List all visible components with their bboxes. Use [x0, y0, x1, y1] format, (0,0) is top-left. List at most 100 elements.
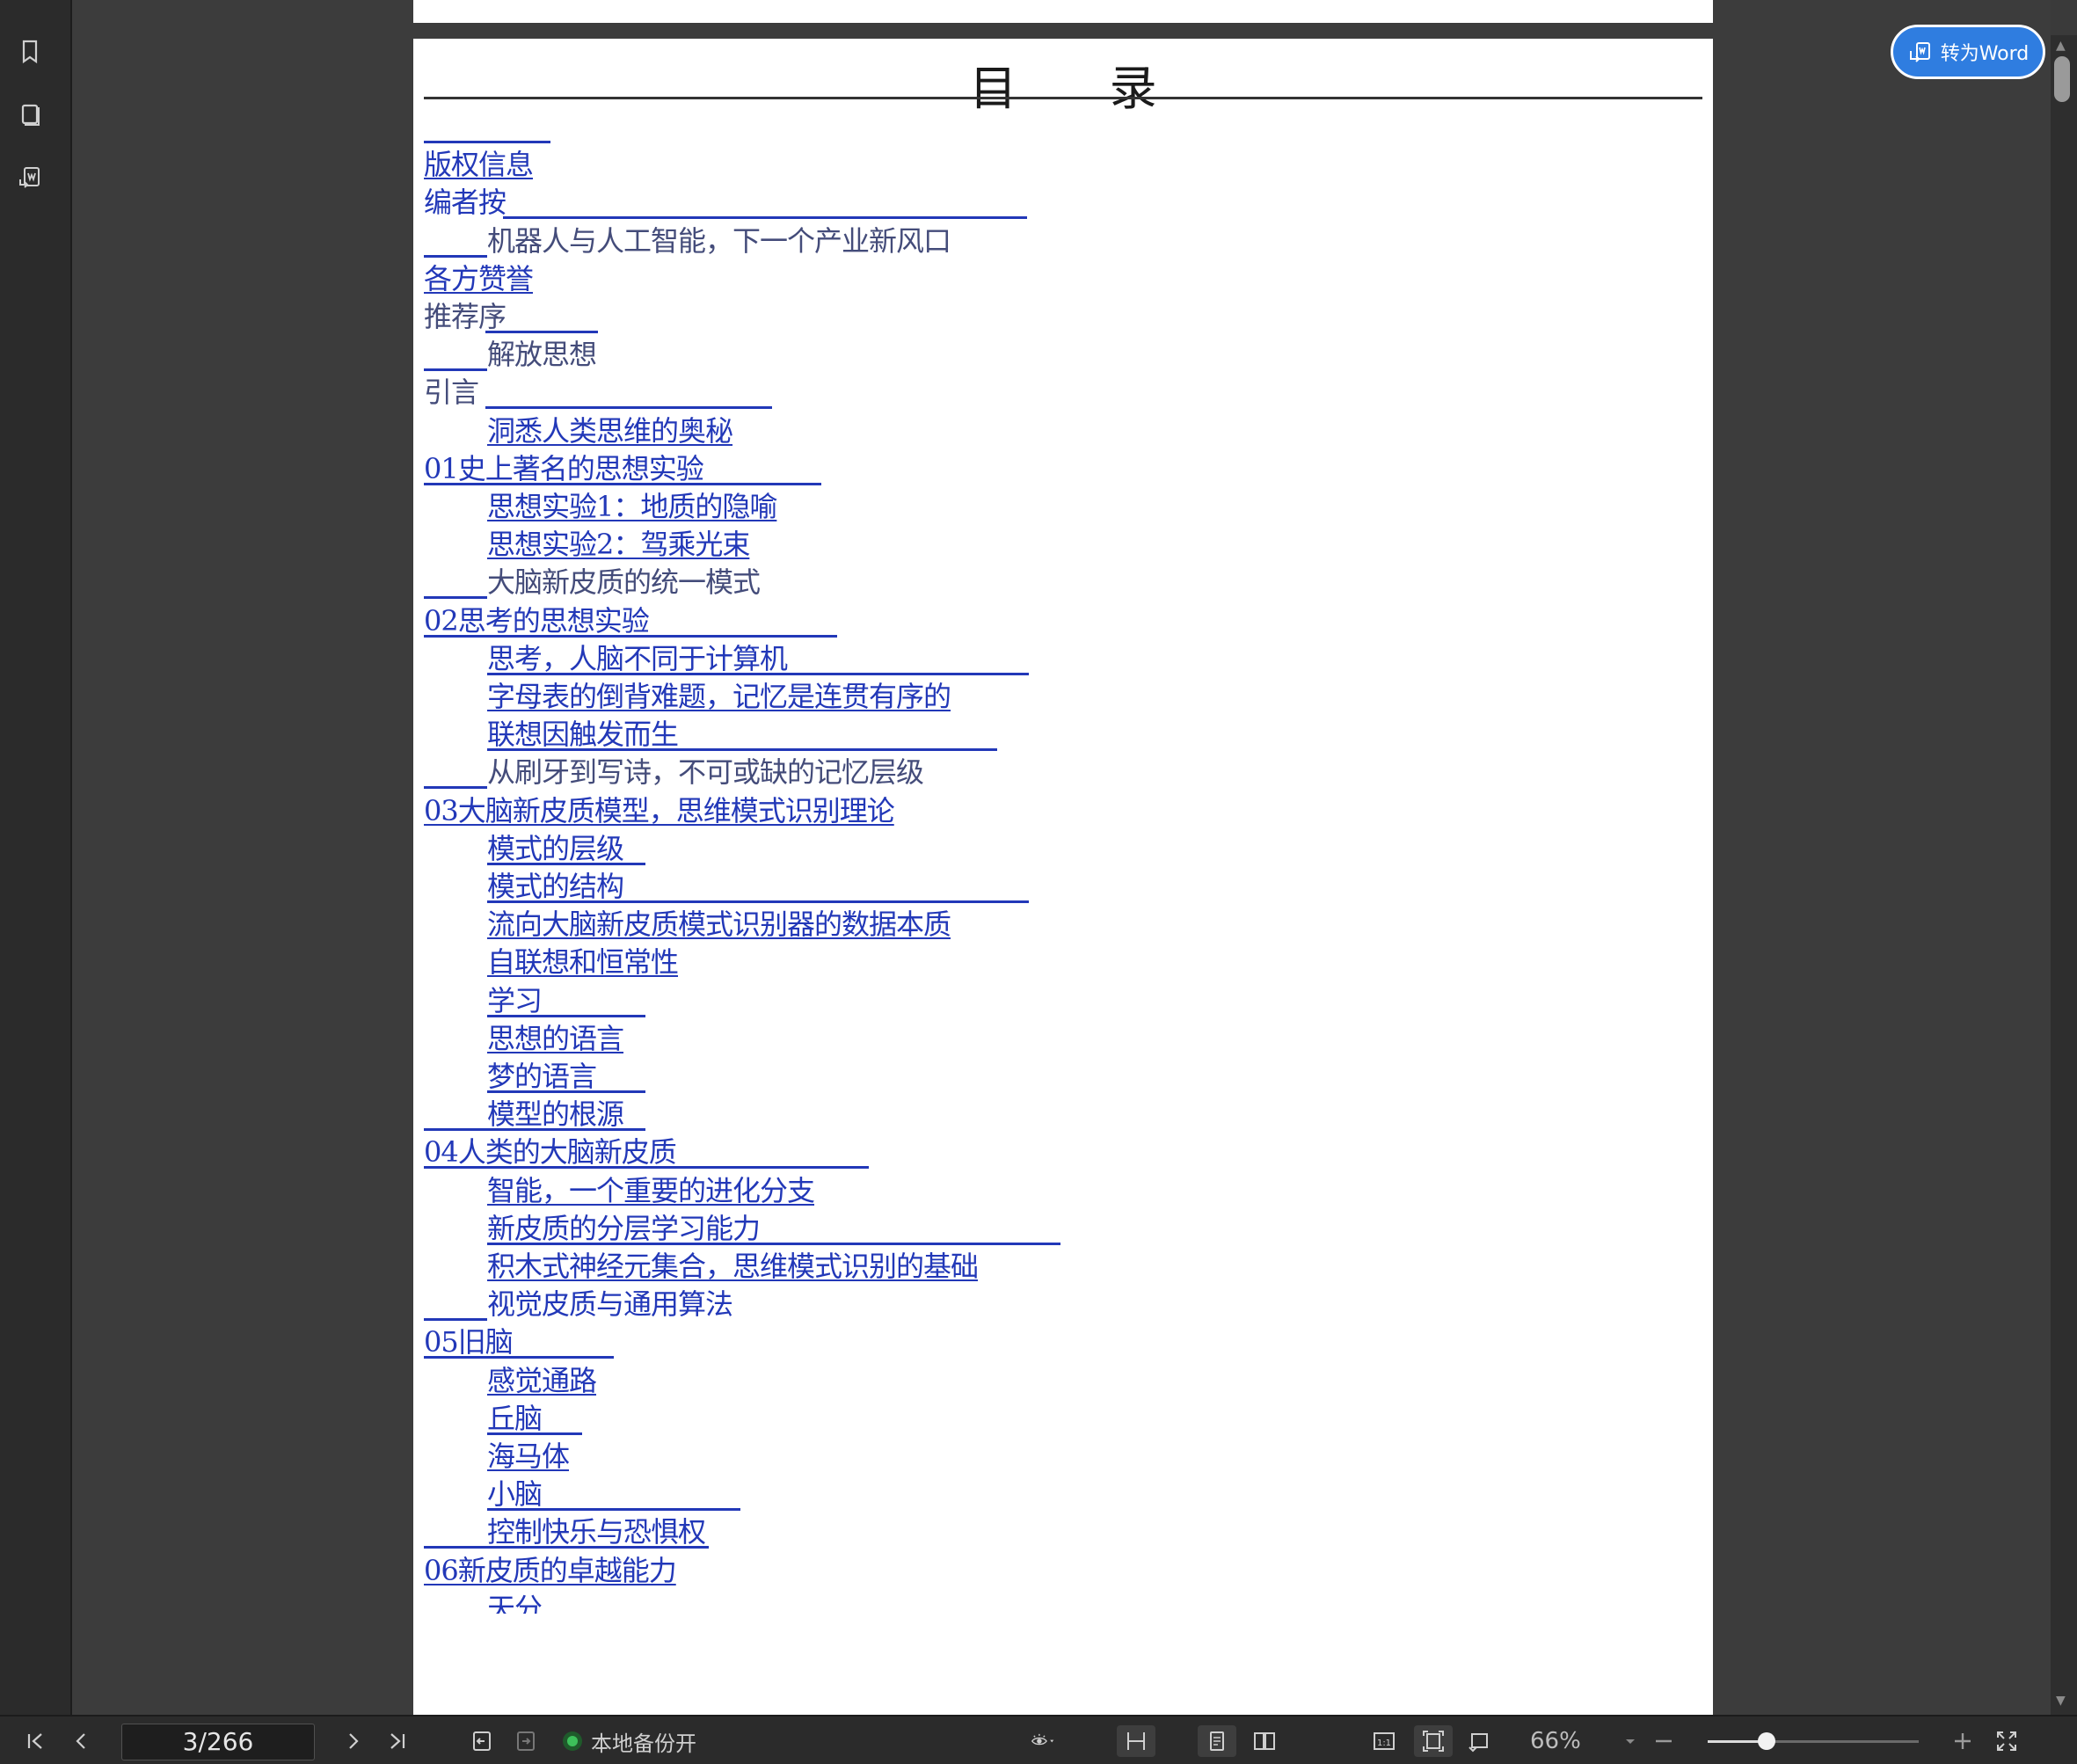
toc-entry[interactable]: 01史上著名的思想实验: [424, 451, 821, 486]
toc-entry[interactable]: 模式的层级: [487, 831, 645, 866]
toc-entry[interactable]: 思想的语言: [487, 1021, 624, 1056]
toc-entry-label: 解放思想: [487, 338, 597, 372]
toc-entry-label: 小脑: [487, 1477, 543, 1512]
toc-title: 目 录: [969, 61, 1196, 116]
local-backup-toggle[interactable]: 本地备份开: [563, 1725, 696, 1757]
forward-icon[interactable]: [510, 1725, 542, 1757]
zoom-slider-handle[interactable]: [1758, 1732, 1776, 1750]
toc-entry[interactable]: 新皮质的分层学习能力: [487, 1211, 1060, 1246]
toc-entry-label: 自联想和恒常性: [487, 945, 679, 980]
bookmark-icon[interactable]: [14, 35, 46, 67]
toc-entry[interactable]: 控制快乐与恐惧权: [424, 1514, 709, 1549]
toc-entry[interactable]: 感觉通路: [487, 1363, 597, 1398]
toc-entry[interactable]: 视觉皮质与通用算法: [424, 1287, 733, 1322]
toc-entry-underline: [503, 216, 1027, 220]
last-page-icon[interactable]: [382, 1725, 413, 1757]
toc-entry-underline: [424, 596, 487, 600]
toc-entry-underline: [485, 406, 772, 410]
title-divider: [424, 97, 1702, 99]
prev-page-icon[interactable]: [65, 1725, 97, 1757]
toc-entry[interactable]: 04人类的大脑新皮质: [424, 1134, 869, 1170]
toc-entry[interactable]: 天分: [487, 1591, 542, 1614]
toc-entry[interactable]: 03大脑新皮质模型，思维模式识别理论: [424, 793, 895, 828]
toc-entry-label: 丘脑: [487, 1401, 543, 1435]
toc-entry[interactable]: 思考，人脑不同于计算机: [487, 641, 1029, 676]
toc-entry[interactable]: 小脑: [487, 1476, 740, 1512]
toc-entry-underline: [424, 786, 487, 790]
toc-entry[interactable]: 编者按: [424, 185, 1027, 220]
toc-entry[interactable]: 推荐序: [424, 299, 598, 334]
toc-entry-label: 天分: [487, 1591, 543, 1614]
toc-entry-label: 控制快乐与恐惧权: [487, 1515, 706, 1549]
zoom-in-icon[interactable]: [1947, 1725, 1979, 1757]
first-page-icon[interactable]: [19, 1725, 51, 1757]
toc-entry[interactable]: 06新皮质的卓越能力: [424, 1553, 677, 1588]
toc-entry[interactable]: 05旧脑: [424, 1324, 614, 1359]
document-page: 目 录 版权信息 编者按 机器人与人工智能，下一个产业新风口 各方赞誉推荐序解放思想引…: [413, 39, 1713, 1715]
toc-entry[interactable]: 模式的结构: [487, 869, 1029, 904]
convert-to-word-button[interactable]: 转为Word: [1891, 25, 2045, 79]
rotate-icon[interactable]: [1463, 1725, 1495, 1757]
toc-entry[interactable]: 版权信息: [424, 147, 534, 182]
toc-entry[interactable]: 自联想和恒常性: [487, 944, 679, 980]
toc-entry[interactable]: 丘脑: [487, 1401, 582, 1436]
toc-entry[interactable]: 从刷牙到写诗，不可或缺的记忆层级: [424, 754, 924, 790]
toc-entry[interactable]: 思想实验1：地质的隐喻: [487, 489, 777, 524]
toc-entry-underline: [424, 368, 487, 372]
toc-entry-label: 感觉通路: [487, 1363, 597, 1397]
zoom-level[interactable]: 66%: [1530, 1725, 1581, 1757]
toc-entry[interactable]: 积木式神经元集合，思维模式识别的基础: [487, 1249, 979, 1284]
toc-entry-label: 06新皮质的卓越能力: [424, 1553, 677, 1587]
toc-entry[interactable]: 洞悉人类思维的奥秘: [487, 413, 733, 448]
fit-width-icon[interactable]: [1117, 1725, 1155, 1757]
toc-entry[interactable]: 解放思想: [424, 337, 597, 372]
toc-entry-label: 02思考的思想实验: [424, 603, 650, 638]
next-page-icon[interactable]: [338, 1725, 369, 1757]
eye-protection-icon[interactable]: [1020, 1725, 1066, 1757]
thumbnails-icon[interactable]: [14, 98, 46, 130]
toc-entry[interactable]: 模型的根源: [424, 1097, 645, 1132]
scroll-down-arrow[interactable]: ▼: [2056, 1694, 2066, 1708]
toc-entry-label: 梦的语言: [487, 1060, 597, 1093]
toc-entry[interactable]: 思想实验2：驾乘光束: [487, 527, 750, 562]
toc-entry-label: 联想因触发而生: [487, 718, 679, 752]
single-page-icon[interactable]: [1198, 1725, 1236, 1757]
toc-entry[interactable]: 02思考的思想实验: [424, 603, 837, 638]
back-icon[interactable]: [466, 1725, 498, 1757]
toc-entry[interactable]: 学习: [487, 983, 645, 1018]
actual-size-icon[interactable]: 1:1: [1368, 1725, 1400, 1757]
toc-entry-label: 思想的语言: [487, 1021, 624, 1055]
page-number-input[interactable]: 3/266: [121, 1724, 315, 1760]
vertical-scrollbar[interactable]: [2051, 35, 2077, 1715]
scroll-up-arrow[interactable]: ▲: [2056, 39, 2066, 53]
toc-entry[interactable]: 联想因触发而生: [487, 717, 997, 752]
toc-entry-underline: [424, 1318, 487, 1322]
convert-doc-icon[interactable]: [14, 162, 46, 193]
zoom-out-icon[interactable]: [1648, 1725, 1680, 1757]
toc-entry-label: 大脑新皮质的统一模式: [487, 565, 761, 600]
toc-entry-label: 洞悉人类思维的奥秘: [487, 413, 733, 448]
toc-entry[interactable]: 引言: [424, 375, 772, 410]
svg-text:1:1: 1:1: [1377, 1738, 1391, 1748]
zoom-dropdown-icon[interactable]: [1614, 1725, 1646, 1757]
toc-entry[interactable]: 流向大脑新皮质模式识别器的数据本质: [487, 907, 951, 942]
toc-entry[interactable]: 机器人与人工智能，下一个产业新风口: [424, 223, 951, 259]
toc-entry[interactable]: 字母表的倒背难题，记忆是连贯有序的: [487, 679, 951, 714]
fullscreen-icon[interactable]: [1991, 1725, 2022, 1757]
toc-entry-underline: [424, 141, 550, 143]
toc-entry-label: 各方赞誉: [424, 261, 534, 295]
toc-entry-label: 智能，一个重要的进化分支: [487, 1173, 815, 1207]
bottom-toolbar: 3/266 本地备份开 1:1 66%: [0, 1715, 2077, 1764]
previous-page-edge: [413, 0, 1713, 23]
document-viewport[interactable]: 目 录 版权信息 编者按 机器人与人工智能，下一个产业新风口 各方赞誉推荐序解放思想引…: [72, 0, 2051, 1715]
toc-entry[interactable]: 海马体: [487, 1439, 570, 1474]
fit-page-icon[interactable]: [1414, 1725, 1453, 1757]
two-page-icon[interactable]: [1249, 1725, 1280, 1757]
backup-label: 本地备份开: [591, 1731, 696, 1756]
toc-entry[interactable]: 智能，一个重要的进化分支: [487, 1173, 815, 1208]
toc-entry-label: 模式的层级: [487, 831, 624, 865]
scrollbar-thumb[interactable]: [2054, 56, 2070, 102]
toc-entry[interactable]: 梦的语言: [487, 1059, 645, 1094]
toc-entry[interactable]: 大脑新皮质的统一模式: [424, 565, 761, 600]
toc-entry[interactable]: 各方赞誉: [424, 261, 534, 296]
